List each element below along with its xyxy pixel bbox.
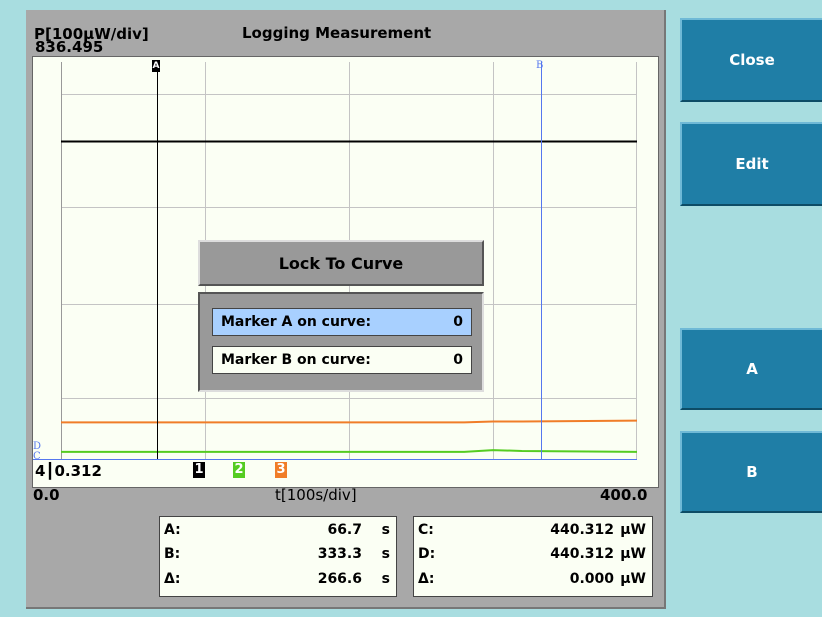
close-button[interactable]: Close (680, 18, 822, 102)
marker-a-on-curve-field[interactable]: Marker A on curve: 0 (212, 308, 472, 336)
readout-unit: μW (620, 546, 646, 562)
readout-key: A: (164, 522, 181, 538)
readout-row-d: D: 440.312 μW (418, 546, 646, 568)
field-label: Marker A on curve: (221, 314, 372, 330)
x-min-value: 0.0 (33, 486, 60, 504)
marker-d-line[interactable] (33, 459, 637, 460)
curve-tag-3[interactable]: 3 (275, 462, 287, 478)
dialog-title: Lock To Curve (198, 240, 484, 286)
marker-b-on-curve-field[interactable]: Marker B on curve: 0 (212, 346, 472, 374)
curve-2 (61, 449, 638, 453)
field-value: 0 (453, 352, 463, 368)
power-readout: C: 440.312 μW D: 440.312 μW Δ: 0.000 μW (413, 516, 653, 597)
readout-row-delta: Δ: 0.000 μW (418, 571, 646, 593)
readout-unit: s (381, 546, 390, 562)
x-axis-label: t[100s/div] (275, 486, 357, 504)
curve-3 (61, 419, 638, 424)
readout-key: C: (418, 522, 434, 538)
readout-value: 440.312 (550, 546, 614, 562)
marker-a-tag: A (152, 60, 160, 72)
y-max-value: 836.495 (35, 38, 104, 56)
x-max-value: 400.0 (600, 486, 648, 504)
curve-tag-2[interactable]: 2 (233, 462, 245, 478)
field-label: Marker B on curve: (221, 352, 371, 368)
y-min-value: 4┃0.312 (35, 462, 102, 480)
readout-value: 333.3 (317, 546, 362, 562)
readout-value: 0.000 (569, 571, 614, 587)
readout-row-c: C: 440.312 μW (418, 522, 646, 544)
readout-unit: μW (620, 522, 646, 538)
readout-key: B: (164, 546, 181, 562)
marker-c-tag: C (33, 451, 41, 462)
readout-key: Δ: (418, 571, 435, 587)
readout-value: 440.312 (550, 522, 614, 538)
marker-b-tag: B (536, 60, 544, 71)
dialog-body: Marker A on curve: 0 Marker B on curve: … (198, 292, 484, 392)
measurement-panel: P[100μW/div] Logging Measurement 836.495… (0, 0, 670, 617)
marker-b-line[interactable] (541, 62, 542, 459)
marker-a-line[interactable] (157, 62, 158, 459)
readout-key: Δ: (164, 571, 181, 587)
readout-value: 66.7 (327, 522, 362, 538)
marker-a-button[interactable]: A (680, 328, 822, 410)
readout-unit: s (381, 522, 390, 538)
readout-value: 266.6 (317, 571, 362, 587)
readout-row-b: B: 333.3 s (164, 546, 390, 568)
curve-tag-1[interactable]: 1 (193, 462, 205, 478)
readout-key: D: (418, 546, 436, 562)
field-value: 0 (453, 314, 463, 330)
time-readout: A: 66.7 s B: 333.3 s Δ: 266.6 s (159, 516, 397, 597)
marker-b-button[interactable]: B (680, 431, 822, 513)
page-title: Logging Measurement (242, 24, 432, 42)
readout-unit: μW (620, 571, 646, 587)
readout-row-delta: Δ: 266.6 s (164, 571, 390, 593)
edit-button[interactable]: Edit (680, 122, 822, 206)
lock-to-curve-dialog: Lock To Curve Marker A on curve: 0 Marke… (198, 240, 484, 392)
readout-unit: s (381, 571, 390, 587)
readout-row-a: A: 66.7 s (164, 522, 390, 544)
